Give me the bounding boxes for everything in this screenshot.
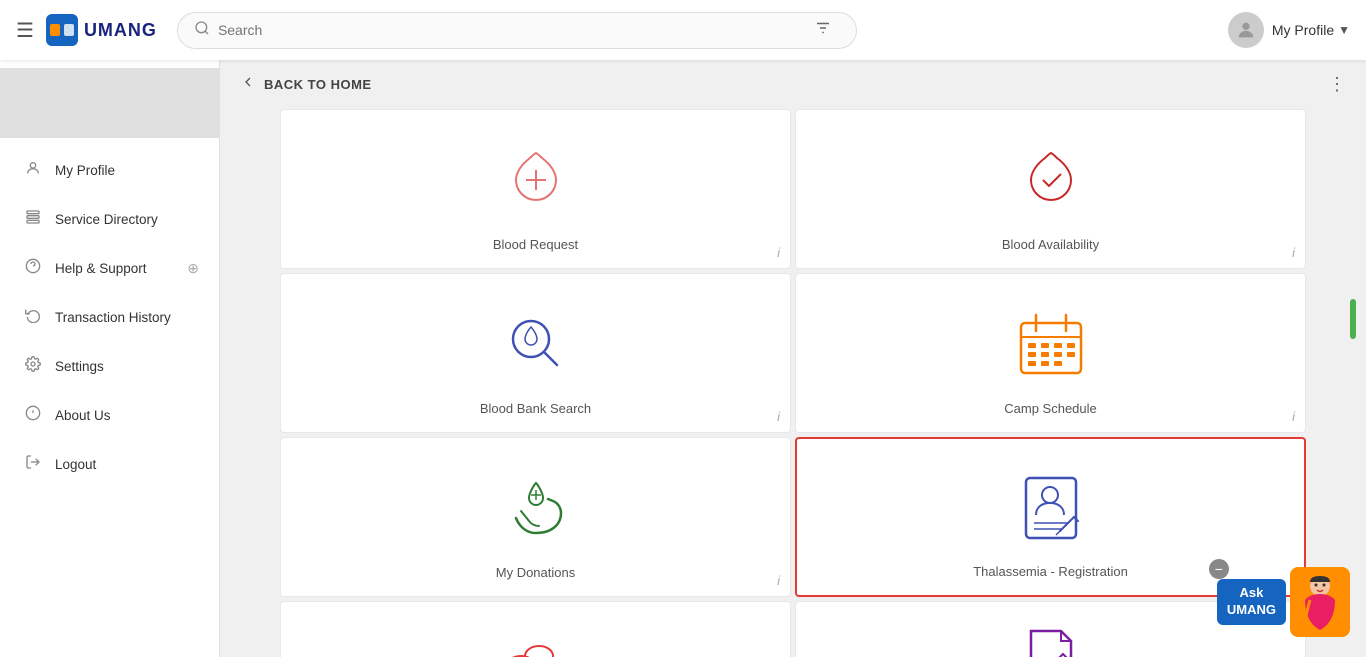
- card-blood-bank-search-label: Blood Bank Search: [480, 401, 591, 416]
- service-card-my-donations[interactable]: My Donations i: [280, 437, 791, 597]
- expand-icon: ⊕: [187, 260, 199, 277]
- blood-request-icon-area: [506, 134, 566, 225]
- cards-grid: Blood Request i Blood Availability i: [220, 109, 1366, 657]
- sidebar-item-my-profile[interactable]: My Profile: [0, 146, 219, 195]
- blood-cells-icon: [501, 634, 571, 657]
- blood-request-icon: [506, 150, 566, 210]
- sidebar-item-help-label: Help & Support: [55, 261, 187, 276]
- chevron-down-icon: ▼: [1338, 23, 1350, 37]
- back-to-home-bar[interactable]: BACK TO HOME ⋮: [220, 60, 1366, 109]
- sidebar-item-logout-label: Logout: [55, 457, 199, 472]
- avatar: [1228, 12, 1264, 48]
- logout-icon: [23, 454, 43, 475]
- card-camp-schedule-label: Camp Schedule: [1004, 401, 1097, 416]
- three-dots-icon[interactable]: ⋮: [1328, 74, 1346, 95]
- my-donations-icon: [501, 473, 571, 543]
- profile-label: My Profile: [1272, 22, 1334, 38]
- document-edit-icon: [1023, 626, 1078, 657]
- transaction-icon: [23, 307, 43, 328]
- settings-icon: [23, 356, 43, 377]
- card-info-icon-4: i: [777, 573, 780, 588]
- sidebar-item-service-directory-label: Service Directory: [55, 212, 199, 227]
- profile-button[interactable]: My Profile ▼: [1228, 12, 1350, 48]
- search-input[interactable]: [218, 22, 806, 38]
- card-blood-availability-label: Blood Availability: [1002, 237, 1099, 252]
- ask-umang-avatar: [1290, 567, 1350, 637]
- thalassemia-registration-icon: [1018, 473, 1083, 543]
- card-info-icon-2: i: [777, 409, 780, 424]
- sidebar-user-area: [0, 68, 219, 138]
- sidebar-item-settings-label: Settings: [55, 359, 199, 374]
- sidebar: My Profile Service Directory Help & Supp…: [0, 60, 220, 657]
- ask-umang-badge: Ask UMANG: [1217, 579, 1286, 625]
- service-directory-icon: [23, 209, 43, 230]
- blood-availability-icon: [1021, 150, 1081, 210]
- logo-area: UMANG: [46, 14, 157, 46]
- scroll-accent-bar: [1350, 299, 1356, 339]
- card-info-icon-0: i: [777, 245, 780, 260]
- help-icon: [23, 258, 43, 279]
- my-donations-icon-area: [501, 462, 571, 553]
- ask-umang-widget[interactable]: − Ask UMANG: [1217, 567, 1350, 637]
- back-to-home-label: BACK TO HOME: [264, 77, 372, 92]
- service-card-blood-request[interactable]: Blood Request i: [280, 109, 791, 269]
- service-card-blood-cells[interactable]: [280, 601, 791, 657]
- sidebar-item-transaction-history[interactable]: Transaction History: [0, 293, 219, 342]
- hamburger-menu-icon[interactable]: ☰: [16, 18, 34, 43]
- service-card-blood-bank-search[interactable]: Blood Bank Search i: [280, 273, 791, 433]
- sidebar-item-logout[interactable]: Logout: [0, 440, 219, 489]
- sidebar-item-transaction-label: Transaction History: [55, 310, 199, 325]
- blood-bank-search-icon-area: [501, 298, 571, 389]
- sidebar-item-service-directory[interactable]: Service Directory: [0, 195, 219, 244]
- card-my-donations-label: My Donations: [496, 565, 575, 580]
- minimize-button[interactable]: −: [1209, 559, 1229, 579]
- service-card-camp-schedule[interactable]: Camp Schedule i: [795, 273, 1306, 433]
- blood-availability-icon-area: [1021, 134, 1081, 225]
- info-icon: [23, 405, 43, 426]
- body-area: My Profile Service Directory Help & Supp…: [0, 60, 1366, 657]
- sidebar-item-about-label: About Us: [55, 408, 199, 423]
- card-info-icon-1: i: [1292, 245, 1295, 260]
- sidebar-item-my-profile-label: My Profile: [55, 163, 199, 178]
- umang-logo-icon: [46, 14, 78, 46]
- card-info-icon-3: i: [1292, 409, 1295, 424]
- app-header: ☰ UMANG My Profile ▼: [0, 0, 1366, 60]
- back-arrow-icon: [240, 74, 256, 95]
- logo-text: UMANG: [84, 20, 157, 41]
- document-edit-icon-area: [1023, 626, 1078, 657]
- thalassemia-registration-icon-area: [1018, 463, 1083, 552]
- search-container: [177, 12, 857, 49]
- service-card-blood-availability[interactable]: Blood Availability i: [795, 109, 1306, 269]
- camp-schedule-icon-area: [1016, 298, 1086, 389]
- card-blood-request-label: Blood Request: [493, 237, 578, 252]
- person-icon: [23, 160, 43, 181]
- blood-cells-icon-area: [501, 626, 571, 657]
- main-content: BACK TO HOME ⋮ Blood Request i: [220, 60, 1366, 657]
- sidebar-item-help-support[interactable]: Help & Support ⊕: [0, 244, 219, 293]
- sidebar-item-about-us[interactable]: About Us: [0, 391, 219, 440]
- card-thalassemia-label: Thalassemia - Registration: [973, 564, 1128, 579]
- blood-bank-search-icon: [501, 309, 571, 379]
- sidebar-item-settings[interactable]: Settings: [0, 342, 219, 391]
- search-icon: [194, 20, 210, 41]
- filter-icon[interactable]: [806, 19, 840, 42]
- camp-schedule-icon: [1016, 311, 1086, 376]
- header-right: My Profile ▼: [1228, 12, 1350, 48]
